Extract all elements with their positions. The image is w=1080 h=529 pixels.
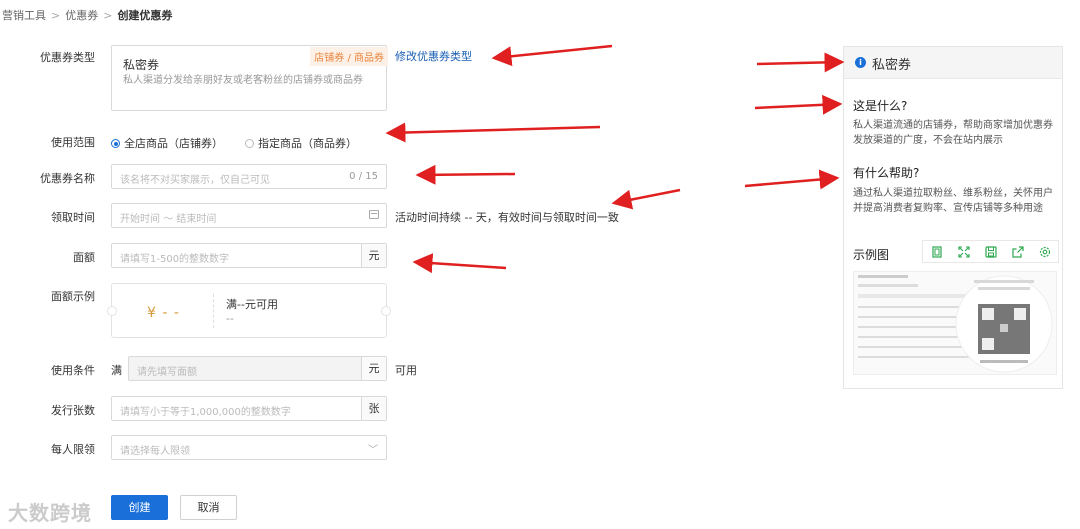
annotation-arrow: [491, 44, 613, 67]
annotation-arrow: [744, 169, 840, 190]
annotation-arrows: [385, 44, 845, 274]
annotation-arrow: [412, 253, 507, 274]
annotation-arrow: [385, 122, 601, 143]
annotation-arrow: [415, 164, 516, 185]
annotation-arrow: [611, 188, 681, 210]
annotation-arrow: [756, 52, 845, 73]
annotation-arrow: [754, 94, 843, 115]
